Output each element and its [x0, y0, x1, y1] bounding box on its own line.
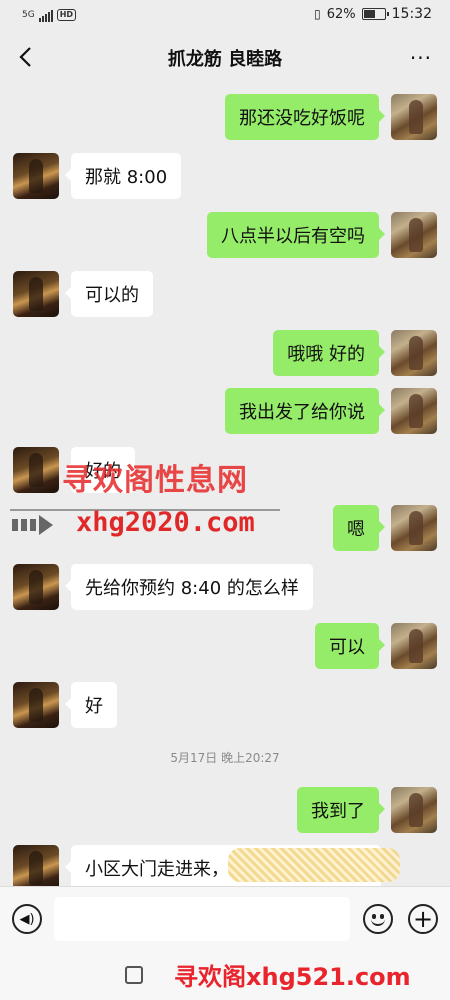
watermark-divider	[10, 509, 280, 511]
signal-icon	[38, 8, 53, 22]
my-avatar[interactable]	[391, 388, 437, 434]
battery-icon	[361, 8, 389, 20]
contact-avatar[interactable]	[13, 564, 59, 610]
battery-percent: 62%	[326, 6, 356, 22]
contact-avatar[interactable]	[13, 271, 59, 317]
watermark-bottom: 寻欢阁xhg521.com	[174, 963, 411, 991]
message-bubble[interactable]: 嗯	[333, 505, 385, 551]
chat-title: 抓龙筋 良睦路	[167, 49, 283, 70]
contact-avatar[interactable]	[13, 845, 59, 891]
message-bubble[interactable]: 好	[65, 682, 117, 728]
my-avatar[interactable]	[391, 94, 437, 140]
message-bubble[interactable]: 可以的	[65, 271, 153, 317]
my-avatar[interactable]	[391, 623, 437, 669]
message-bubble[interactable]: 八点半以后有空吗	[207, 212, 385, 258]
voice-icon[interactable]: ◀)	[12, 904, 42, 934]
emoji-icon[interactable]	[363, 904, 393, 934]
redaction-blur	[228, 848, 400, 882]
status-bar: 5G HD ▯ 62% 15:32	[0, 0, 450, 32]
message-bubble[interactable]: 我到了	[297, 787, 385, 833]
bottom-bar: 寻欢阁xhg521.com	[0, 952, 450, 1000]
message-bubble[interactable]: 可以	[315, 623, 385, 669]
message-bubble[interactable]: 我出发了给你说	[225, 388, 385, 434]
message-input[interactable]	[54, 897, 350, 941]
chat-timestamp: 5月17日 晚上20:27	[170, 751, 280, 765]
message-bubble[interactable]: 哦哦 好的	[273, 330, 385, 376]
contact-avatar[interactable]	[13, 682, 59, 728]
input-bar: ◀) +	[0, 886, 450, 952]
vibrate-icon: ▯	[314, 7, 321, 21]
arrow-right-icon	[12, 515, 53, 535]
my-avatar[interactable]	[391, 212, 437, 258]
clock: 15:32	[391, 6, 432, 22]
chat-header: 抓龙筋 良睦路 ···	[0, 32, 450, 82]
message-bubble[interactable]: 那就 8:00	[64, 153, 182, 199]
checkbox-icon[interactable]	[125, 966, 143, 984]
message-bubble[interactable]: 那还没吃好饭呢	[225, 94, 385, 140]
my-avatar[interactable]	[391, 330, 437, 376]
watermark-url: xhg2020.com	[76, 507, 255, 538]
my-avatar[interactable]	[391, 787, 437, 833]
contact-avatar[interactable]	[13, 153, 59, 199]
contact-avatar[interactable]	[13, 447, 59, 493]
my-avatar[interactable]	[391, 505, 437, 551]
hd-badge: HD	[56, 9, 77, 21]
plus-icon[interactable]: +	[408, 904, 438, 934]
more-dots-icon[interactable]: ···	[410, 46, 432, 70]
message-bubble[interactable]: 先给你预约 8:40 的怎么样	[65, 564, 313, 610]
message-bubble[interactable]: 好的	[65, 447, 135, 493]
network-label: 5G	[22, 10, 35, 20]
